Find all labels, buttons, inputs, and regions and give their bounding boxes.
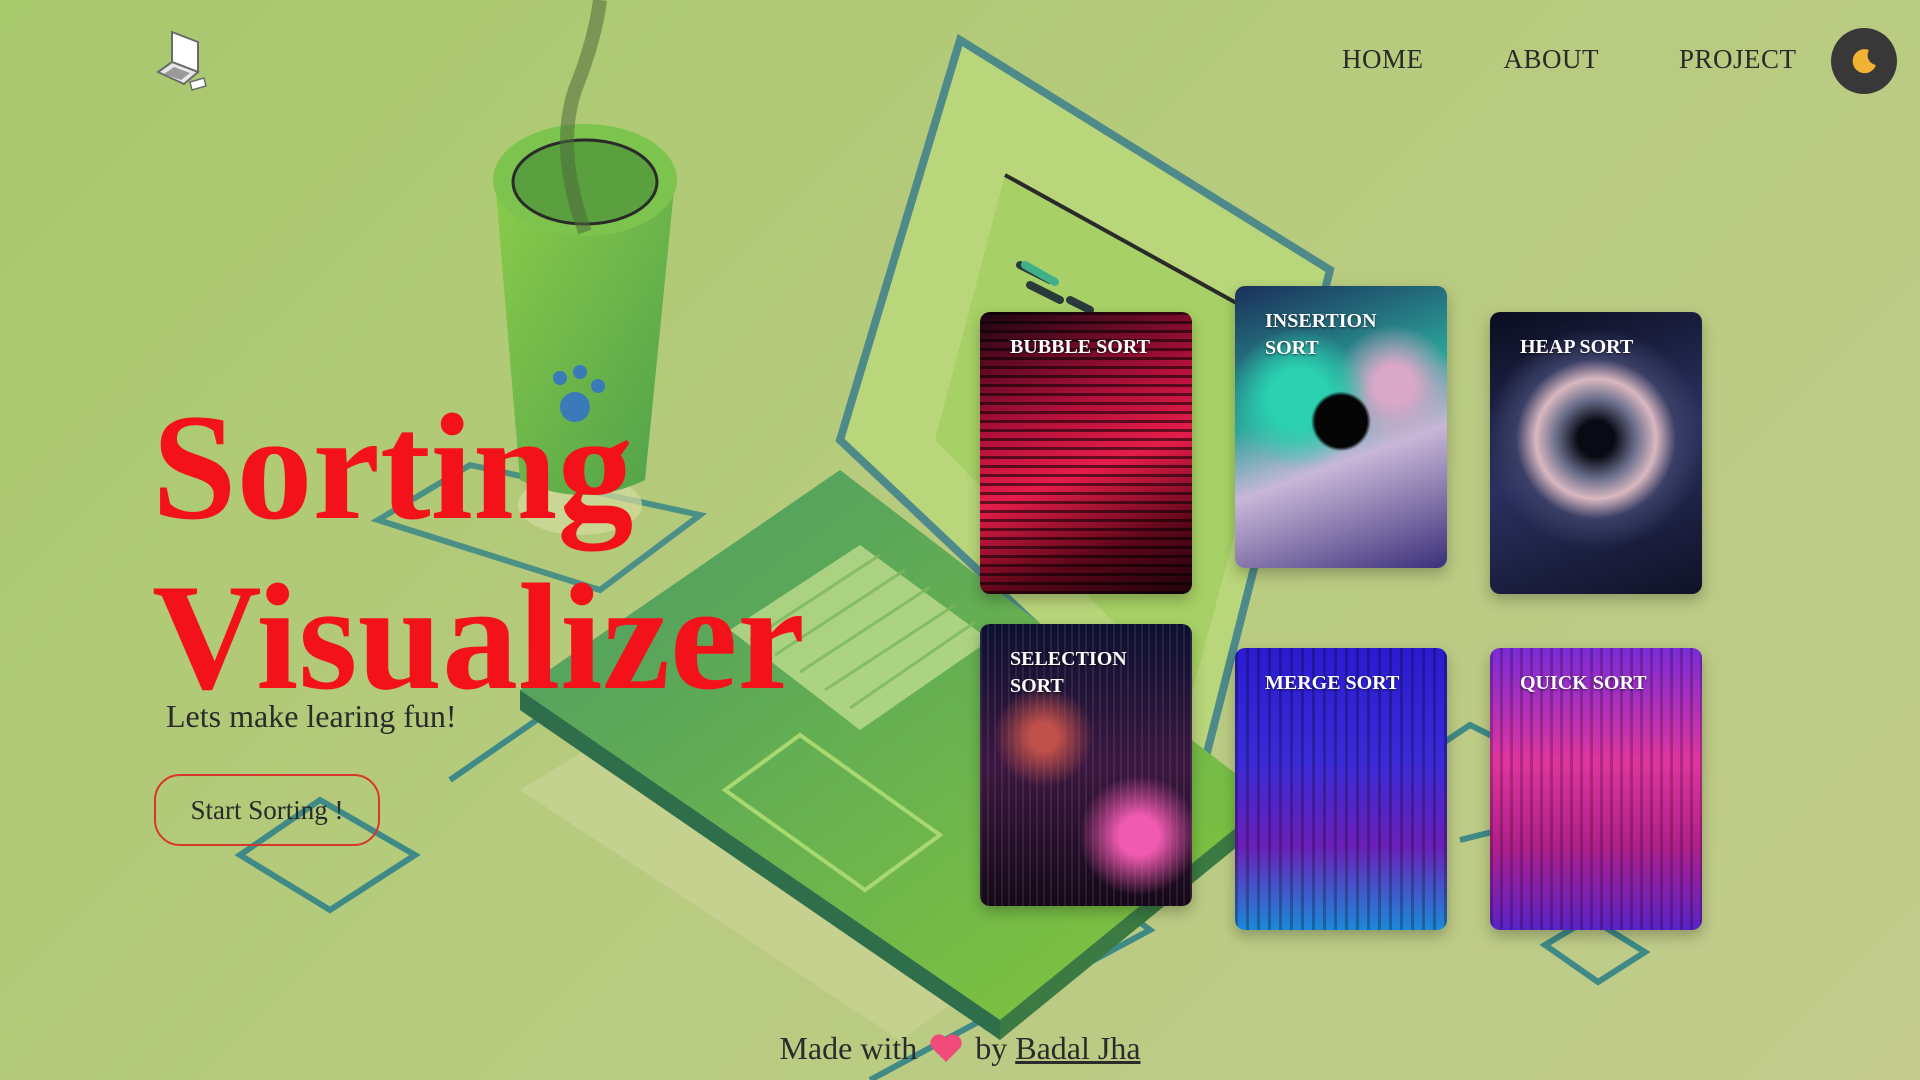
card-label: QUICK SORT [1520, 672, 1647, 694]
card-label: MERGE SORT [1265, 672, 1400, 694]
footer-made-with: Made with [779, 1030, 918, 1066]
main-nav: HOME ABOUT PROJECT [1342, 44, 1797, 75]
card-selection-sort[interactable]: SELECTION SORT [980, 624, 1192, 906]
title-line-1: Sorting [152, 383, 634, 551]
tagline: Lets make learing fun! [166, 698, 457, 734]
card-quick-sort[interactable]: QUICK SORT [1490, 648, 1702, 930]
card-label: BUBBLE SORT [1010, 336, 1150, 358]
card-insertion-sort[interactable]: INSERTION SORT [1235, 286, 1447, 568]
theme-toggle-button[interactable] [1831, 28, 1897, 94]
footer-by: by [975, 1030, 1008, 1066]
card-merge-sort[interactable]: MERGE SORT [1235, 648, 1447, 930]
logo-laptop-icon[interactable] [154, 28, 210, 94]
title-line-2: Visualizer [152, 553, 805, 721]
card-label: INSERTION SORT [1265, 310, 1377, 359]
heart-icon [929, 1033, 963, 1071]
card-bubble-sort[interactable]: BUBBLE SORT [980, 312, 1192, 594]
moon-icon [1852, 49, 1876, 74]
page-title: Sorting Visualizer [152, 382, 805, 722]
card-label: SELECTION SORT [1010, 648, 1127, 697]
author-link[interactable]: Badal Jha [1015, 1030, 1140, 1066]
start-sorting-button[interactable]: Start Sorting ! [154, 774, 380, 846]
nav-about-link[interactable]: ABOUT [1504, 44, 1600, 75]
card-label: HEAP SORT [1520, 336, 1634, 358]
nav-home-link[interactable]: HOME [1342, 44, 1424, 75]
footer: Made with by Badal Jha [0, 1030, 1920, 1071]
card-heap-sort[interactable]: HEAP SORT [1490, 312, 1702, 594]
nav-project-link[interactable]: PROJECT [1679, 44, 1797, 75]
